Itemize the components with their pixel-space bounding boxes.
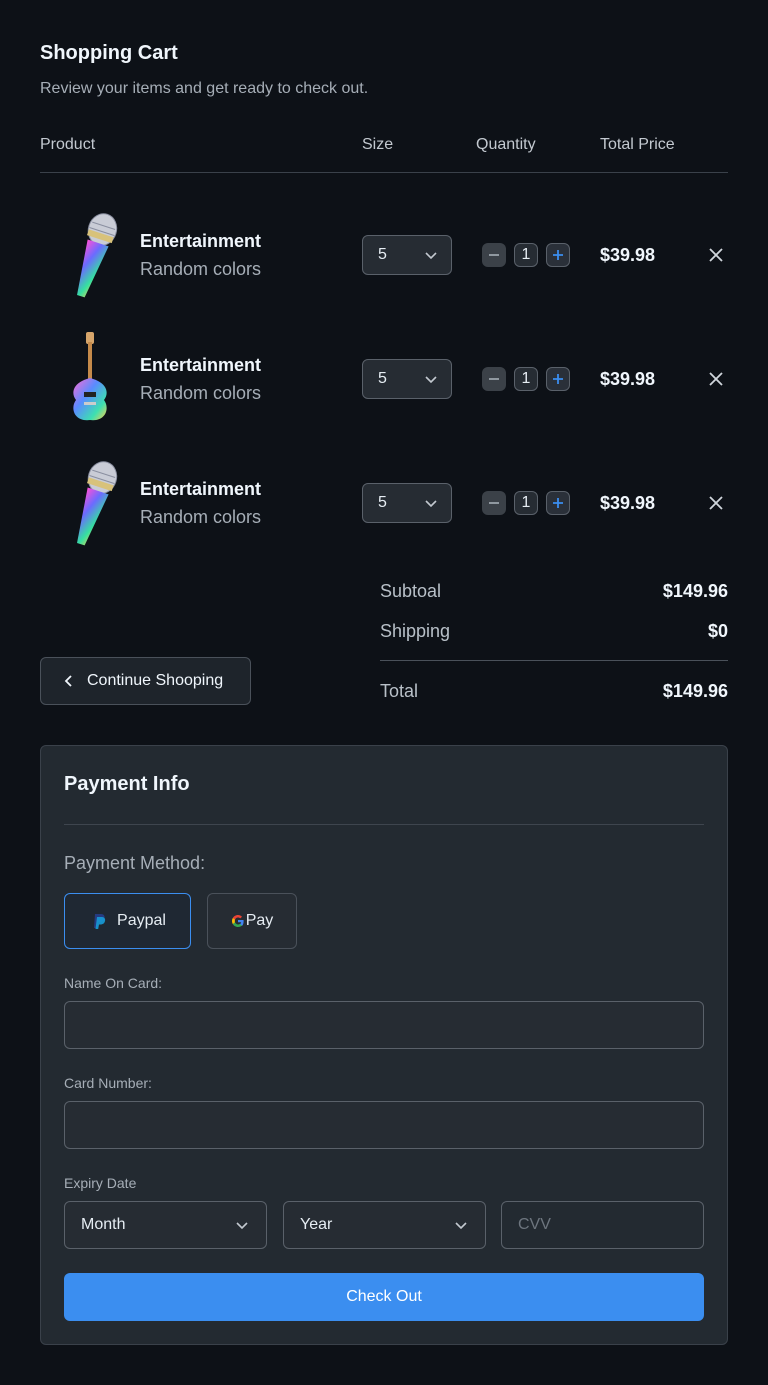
google-g-icon (231, 915, 244, 927)
chevron-down-icon (234, 1217, 250, 1238)
product-variant: Random colors (140, 383, 262, 403)
size-value: 5 (378, 246, 387, 263)
quantity-value[interactable]: 1 (514, 367, 538, 391)
subtotal-value: $149.96 (662, 581, 728, 601)
quantity-value[interactable]: 1 (514, 243, 538, 267)
chevron-down-icon (423, 495, 439, 516)
plus-icon (553, 374, 563, 384)
column-header-size: Size (362, 136, 394, 153)
page-subtitle: Review your items and get ready to check… (40, 80, 369, 97)
remove-item-button[interactable] (706, 493, 726, 513)
close-icon (709, 496, 723, 510)
name-on-card-input[interactable] (64, 1001, 704, 1049)
column-header-total-price: Total Price (600, 136, 675, 153)
remove-item-button[interactable] (706, 369, 726, 389)
column-header-product: Product (40, 136, 96, 153)
total-label: Total (380, 681, 419, 701)
name-on-card-label: Name On Card: (64, 975, 163, 991)
decrease-quantity-button[interactable] (482, 491, 506, 515)
product-name: Entertainment (140, 479, 262, 499)
product-name: Entertainment (140, 231, 262, 251)
chevron-left-icon (64, 675, 72, 687)
minus-icon (489, 378, 499, 380)
chevron-down-icon (423, 247, 439, 268)
subtotal-label: Subtoal (380, 581, 442, 601)
chevron-down-icon (423, 371, 439, 392)
quantity-value[interactable]: 1 (514, 491, 538, 515)
microphone-image (54, 205, 126, 305)
minus-icon (489, 502, 499, 504)
expiry-month-value: Month (81, 1216, 126, 1233)
check-out-label: Check Out (346, 1288, 422, 1305)
expiry-month-select[interactable]: Month (64, 1201, 267, 1249)
continue-shopping-button[interactable]: Continue Shooping (40, 657, 251, 705)
google-pay-option-button[interactable]: Pay (207, 893, 297, 949)
microphone-image (54, 453, 126, 553)
total-value: $149.96 (662, 681, 728, 701)
chevron-down-icon (453, 1217, 469, 1238)
paypal-option-button[interactable]: Paypal (64, 893, 191, 949)
close-icon (709, 372, 723, 386)
guitar-image (54, 330, 126, 430)
minus-icon (489, 254, 499, 256)
google-pay-label: Pay (245, 912, 274, 929)
continue-shopping-label: Continue Shooping (87, 672, 224, 689)
close-icon (709, 248, 723, 262)
increase-quantity-button[interactable] (546, 491, 570, 515)
paypal-label: Paypal (117, 912, 166, 929)
paypal-icon (94, 914, 106, 929)
item-total-price: $39.98 (600, 369, 656, 389)
remove-item-button[interactable] (706, 245, 726, 265)
expiry-year-select[interactable]: Year (283, 1201, 486, 1249)
card-number-input[interactable] (64, 1101, 704, 1149)
cvv-placeholder: CVV (518, 1216, 551, 1233)
cvv-input[interactable]: CVV (501, 1201, 704, 1249)
product-variant: Random colors (140, 259, 262, 279)
size-value: 5 (378, 494, 387, 511)
plus-icon (553, 250, 563, 260)
decrease-quantity-button[interactable] (482, 367, 506, 391)
size-select[interactable]: 5 (362, 359, 452, 399)
increase-quantity-button[interactable] (546, 367, 570, 391)
item-total-price: $39.98 (600, 245, 656, 265)
shipping-label: Shipping (380, 621, 451, 641)
header-divider (40, 172, 728, 173)
size-value: 5 (378, 370, 387, 387)
payment-title: Payment Info (64, 773, 190, 795)
shipping-value: $0 (707, 621, 728, 641)
product-name: Entertainment (140, 355, 262, 375)
plus-icon (553, 498, 563, 508)
decrease-quantity-button[interactable] (482, 243, 506, 267)
card-number-label: Card Number: (64, 1075, 152, 1091)
page-title: Shopping Cart (40, 42, 178, 64)
summary-divider (380, 660, 728, 661)
payment-divider (64, 824, 704, 825)
check-out-button[interactable]: Check Out (64, 1273, 704, 1321)
increase-quantity-button[interactable] (546, 243, 570, 267)
size-select[interactable]: 5 (362, 483, 452, 523)
expiry-year-value: Year (300, 1216, 333, 1233)
size-select[interactable]: 5 (362, 235, 452, 275)
payment-method-label: Payment Method: (64, 853, 206, 873)
item-total-price: $39.98 (600, 493, 656, 513)
column-header-quantity: Quantity (476, 136, 536, 153)
product-variant: Random colors (140, 507, 262, 527)
expiry-date-label: Expiry Date (64, 1175, 137, 1191)
